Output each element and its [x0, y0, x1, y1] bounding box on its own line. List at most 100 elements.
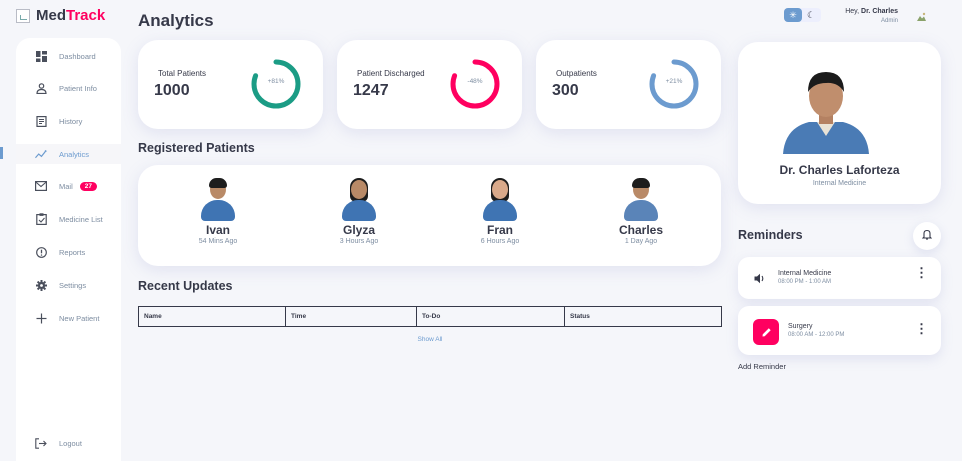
sidebar-item-new-patient[interactable]: New Patient	[16, 308, 121, 328]
sidebar-item-medicine-list[interactable]: Medicine List	[16, 209, 121, 229]
patient-avatar	[621, 177, 661, 221]
add-reminder-button[interactable]: Add Reminder	[738, 362, 786, 371]
sidebar-item-label: Dashboard	[59, 51, 96, 61]
show-all-link[interactable]: Show All	[138, 336, 722, 343]
patient-avatar	[198, 177, 238, 221]
sidebar-item-label: Patient Info	[59, 83, 97, 93]
stat-percentage: +21%	[665, 78, 683, 85]
sidebar-item-history[interactable]: History	[16, 111, 121, 131]
logout-icon	[35, 437, 47, 449]
mail-count-badge: 27	[79, 181, 97, 191]
sidebar-item-label: Mail	[59, 181, 73, 191]
logout-button[interactable]: Logout	[16, 433, 121, 453]
registered-patients-heading: Registered Patients	[138, 141, 255, 155]
sidebar-item-label: Settings	[59, 280, 87, 290]
patient-avatar	[339, 177, 379, 221]
settings-icon	[35, 279, 47, 291]
recent-updates-heading: Recent Updates	[138, 279, 233, 293]
sidebar-item-dashboard[interactable]: Dashboard	[16, 46, 121, 66]
stat-percentage: -48%	[467, 78, 483, 85]
stat-label: Patient Discharged	[357, 69, 425, 78]
stat-value: 300	[552, 82, 579, 99]
table-header-time: Time	[286, 307, 417, 326]
sidebar-item-mail[interactable]: Mail 27	[16, 176, 121, 196]
bell-icon	[921, 229, 933, 243]
brand-name: MedTrack	[36, 7, 106, 24]
patient-avatar	[480, 177, 520, 221]
user-name: Dr. Charles	[861, 8, 898, 15]
table-header-todo: To-Do	[417, 307, 565, 326]
notification-bell-button[interactable]	[913, 222, 941, 250]
mail-icon	[35, 180, 47, 192]
progress-ring: -48%	[448, 57, 502, 111]
page-title: Analytics	[138, 11, 214, 30]
user-role: Admin	[880, 18, 898, 24]
doctor-specialty: Internal Medicine	[812, 180, 867, 187]
patient-name: Fran	[486, 223, 513, 237]
registered-patients-card: Ivan 54 Mins Ago Glyza 3 Hours Ago Fran …	[138, 165, 721, 266]
dark-mode-icon[interactable]: ☾	[802, 8, 820, 22]
sidebar-item-label: New Patient	[59, 313, 100, 323]
reminder-name: Surgery	[788, 323, 813, 330]
progress-ring: +81%	[249, 57, 303, 111]
light-mode-icon[interactable]: ✳	[784, 8, 802, 22]
patient-time: 3 Hours Ago	[339, 238, 379, 245]
patient-time: 54 Mins Ago	[198, 238, 238, 245]
add-icon	[35, 312, 47, 324]
stat-value: 1000	[154, 82, 190, 99]
patient-name: Charles	[618, 223, 664, 237]
stat-value: 1247	[353, 82, 389, 99]
patient-name: Glyza	[342, 223, 375, 237]
table-header-status: Status	[570, 313, 590, 320]
sidebar-item-patient-info[interactable]: Patient Info	[16, 78, 121, 98]
sidebar-item-label: Medicine List	[59, 214, 103, 224]
reminder-time: 08:00 AM - 12:00 PM	[788, 332, 845, 338]
logout-label: Logout	[59, 438, 82, 448]
sidebar-item-label: Analytics	[59, 149, 90, 159]
receipt-icon	[35, 115, 47, 127]
patient-item[interactable]: Charles 1 Day Ago	[596, 177, 686, 245]
logo-image-icon	[16, 8, 30, 23]
sidebar-item-label: History	[59, 116, 83, 126]
inventory-icon	[35, 213, 47, 225]
patient-item[interactable]: Glyza 3 Hours Ago	[314, 177, 404, 245]
stat-label: Total Patients	[158, 69, 207, 78]
sidebar: Dashboard Patient Info History Analytics…	[0, 38, 121, 461]
stat-card-total-patients: Total Patients 1000 +81%	[138, 40, 323, 129]
reminder-name: Internal Medicine	[778, 270, 832, 277]
profile-card: Dr. Charles Laforteza Internal Medicine	[738, 42, 941, 204]
stat-percentage: +81%	[267, 78, 285, 85]
reminder-time: 08:00 PM - 1:00 AM	[778, 279, 832, 285]
more-options-icon[interactable]: ⋮	[915, 266, 928, 279]
edit-icon	[753, 319, 779, 345]
volume-icon	[754, 271, 766, 289]
insights-icon	[35, 148, 47, 160]
active-indicator	[0, 147, 3, 159]
reminder-item[interactable]: Internal Medicine 08:00 PM - 1:00 AM ⋮	[738, 257, 941, 299]
stat-label: Outpatients	[556, 69, 597, 78]
sidebar-item-reports[interactable]: Reports	[16, 242, 121, 262]
more-options-icon[interactable]: ⋮	[915, 322, 928, 335]
stat-card-outpatients: Outpatients 300 +21%	[536, 40, 721, 129]
doctor-name: Dr. Charles Laforteza	[779, 163, 900, 177]
patient-time: 6 Hours Ago	[480, 238, 520, 245]
doctor-avatar	[783, 62, 869, 154]
patient-name: Ivan	[205, 223, 230, 237]
person-icon	[35, 82, 47, 94]
greeting: Hey, Dr. Charles	[845, 8, 898, 15]
brand-logo[interactable]: MedTrack	[16, 7, 105, 24]
patient-item[interactable]: Ivan 54 Mins Ago	[173, 177, 263, 245]
profile-photo-icon[interactable]	[916, 9, 927, 21]
report-icon	[35, 246, 47, 258]
sidebar-item-label: Reports	[59, 247, 86, 257]
patient-item[interactable]: Fran 6 Hours Ago	[455, 177, 545, 245]
reminders-heading: Reminders	[738, 228, 803, 242]
patient-time: 1 Day Ago	[624, 238, 658, 245]
grid-icon	[35, 50, 47, 62]
table-header-name: Name	[139, 307, 286, 326]
theme-toggle[interactable]: ✳ ☾	[784, 8, 821, 22]
sidebar-item-analytics[interactable]: Analytics	[0, 144, 121, 164]
sidebar-item-settings[interactable]: Settings	[16, 275, 121, 295]
reminder-item[interactable]: Surgery 08:00 AM - 12:00 PM ⋮	[738, 306, 941, 355]
recent-updates-table: Name Time To-Do Status	[138, 306, 722, 327]
